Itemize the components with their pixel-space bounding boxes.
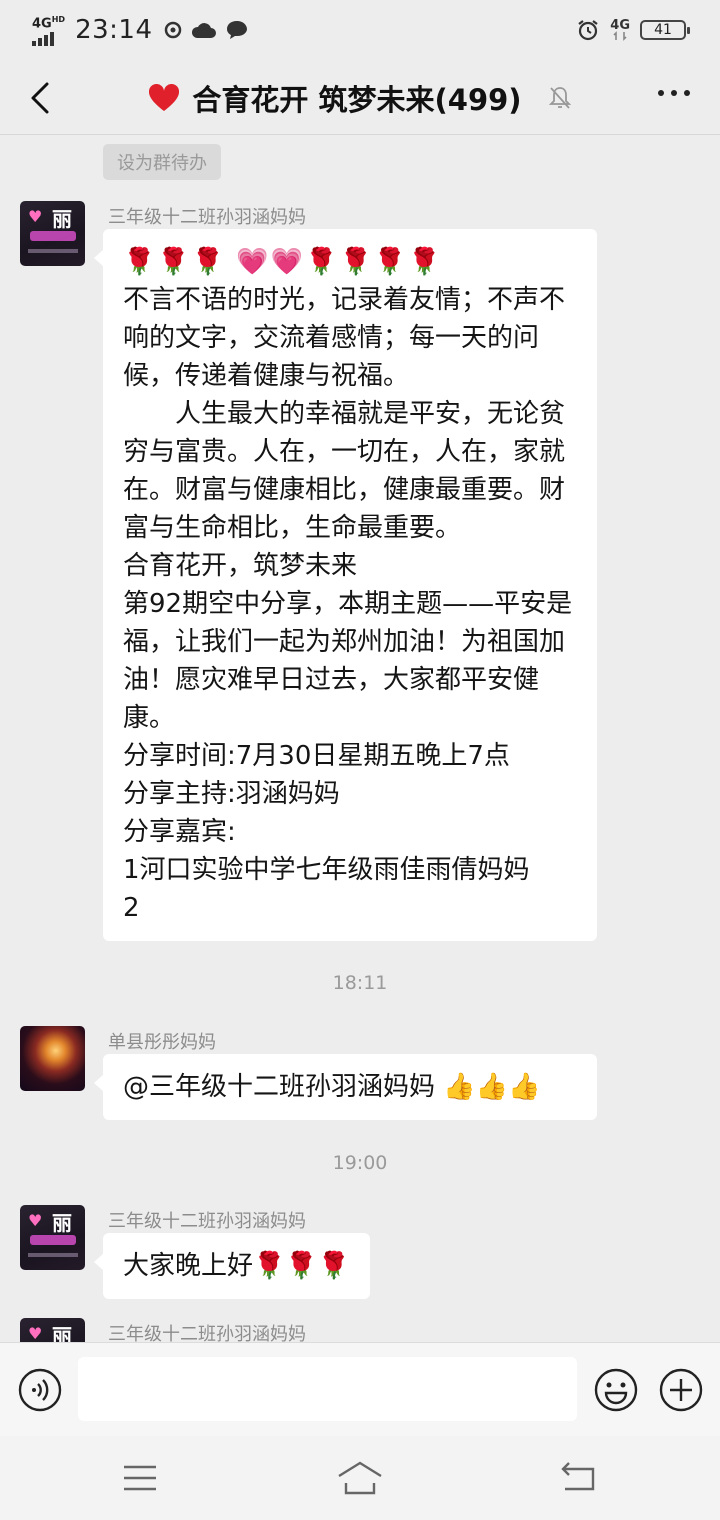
avatar-text: 丽 [52,1324,72,1342]
chevron-left-icon [31,82,49,114]
thumbs-up-emoji-icon: 👍 [443,1072,476,1102]
voice-icon [18,1368,62,1412]
back-button[interactable] [20,78,60,118]
voice-input-button[interactable] [17,1367,63,1413]
nav-home-button[interactable] [336,1458,382,1498]
timestamp: 18:11 [332,972,388,994]
avatar-text: 丽 [52,1211,72,1235]
muted-bell-icon [548,86,571,109]
sender-name: 三年级十二班孙羽涵妈妈 [108,1324,306,1342]
emoji-button[interactable] [593,1367,639,1413]
home-icon [338,1461,382,1495]
rose-emoji-icon: 🌹 [285,1251,318,1281]
battery-icon: 41 [640,20,690,40]
more-functions-button[interactable] [658,1367,704,1413]
set-group-todo-button[interactable]: 设为群待办 [103,144,221,180]
chat-title: 合育花开 筑梦未来(499) [192,82,522,117]
system-nav-bar [0,1436,720,1520]
rose-emoji-icon: 🌹 [339,247,374,277]
timestamp: 19:00 [332,1152,388,1174]
red-heart-icon [149,83,180,111]
chat-header: 合育花开 筑梦未来(499) [0,60,720,135]
signal-indicator: 4GHD [32,14,66,47]
rose-emoji-icon: 🌹 [123,247,158,277]
message-list[interactable]: 设为群待办 ♥ 丽 三年级十二班孙羽涵妈妈 🌹🌹🌹 💗💗🌹🌹🌹🌹 不言不语的时光… [0,136,720,1342]
alarm-clock-icon [578,20,598,41]
rose-emoji-icon: 🌹 [191,247,227,277]
nav-menu-button[interactable] [118,1458,162,1498]
sender-name: 三年级十二班孙羽涵妈妈 [108,207,306,228]
avatar-neon-decor [30,231,76,241]
message-text: 不言不语的时光，记录着友情；不声不响的文字，交流着感情；每一天的问候，传递着健康… [123,285,573,923]
sender-name: 三年级十二班孙羽涵妈妈 [108,1211,306,1232]
thumbs-up-emoji-icon: 👍 [475,1072,509,1102]
smiley-icon [594,1368,638,1412]
heart-decor-icon: ♥ [28,207,43,226]
message-text: @三年级十二班孙羽涵妈妈 [123,1072,444,1102]
notification-icons [163,19,249,41]
message-bubble[interactable]: 🌹🌹🌹 💗💗🌹🌹🌹🌹 不言不语的时光，记录着友情；不声不响的文字，交流着感情；每… [94,229,597,941]
avatar[interactable]: ♥ 丽 [20,1205,85,1270]
rose-emoji-icon: 🌹 [157,247,192,277]
status-right: 4G 41 [576,17,690,42]
avatar-neon-decor [30,1235,76,1245]
rose-emoji-icon: 🌹 [253,1251,286,1281]
sender-name: 单县彤彤妈妈 [108,1032,216,1053]
network-type-right: 4G [610,17,630,33]
cloud-icon [191,23,216,38]
chat-bubble-icon [226,20,247,39]
signal-bars-icon [32,32,65,47]
heart-emoji-icon: 💗 [236,247,271,277]
message-bubble[interactable]: @三年级十二班孙羽涵妈妈 👍👍👍 [94,1054,597,1120]
message-input[interactable] [78,1357,577,1421]
thumbs-up-emoji-icon: 👍 [508,1072,541,1102]
network-type: 4G [32,16,52,32]
input-bar [0,1342,720,1436]
status-left: 4GHD 23:14 [32,14,249,47]
rose-emoji-icon: 🌹 [305,247,340,277]
clock: 23:14 [75,14,153,45]
message-bubble[interactable]: 大家晚上好🌹🌹🌹 [93,1233,371,1299]
rose-emoji-icon: 🌹 [317,1251,351,1281]
chat-title-group: 合育花开 筑梦未来(499) [0,60,720,135]
avatar[interactable] [20,1026,85,1091]
data-arrows-icon [613,30,627,41]
heart-emoji-icon: 💗 [270,247,306,277]
avatar-strip-decor [28,1253,78,1257]
avatar-strip-decor [28,249,78,253]
heart-decor-icon: ♥ [28,1324,43,1342]
plus-icon [659,1368,703,1412]
rose-emoji-icon: 🌹 [408,247,443,277]
menu-icon [124,1465,156,1491]
message-text: 大家晚上好 [123,1251,254,1281]
avatar[interactable]: ♥ 丽 [20,201,85,266]
heart-decor-icon: ♥ [28,1211,43,1230]
avatar[interactable]: ♥ 丽 [20,1318,85,1342]
network-hd: HD [51,14,66,24]
battery-level: 41 [654,22,672,38]
avatar-text: 丽 [52,207,72,231]
more-options-button[interactable] [656,84,692,102]
mobile-data-indicator: 4G [610,17,630,41]
rose-emoji-icon: 🌹 [373,247,409,277]
emoji-line: 🌹🌹🌹 💗💗🌹🌹🌹🌹 [123,243,577,281]
status-bar: 4GHD 23:14 4G 41 [0,0,720,60]
return-icon [561,1462,595,1491]
nav-back-button[interactable] [557,1458,601,1498]
camera-lens-icon [164,21,181,39]
